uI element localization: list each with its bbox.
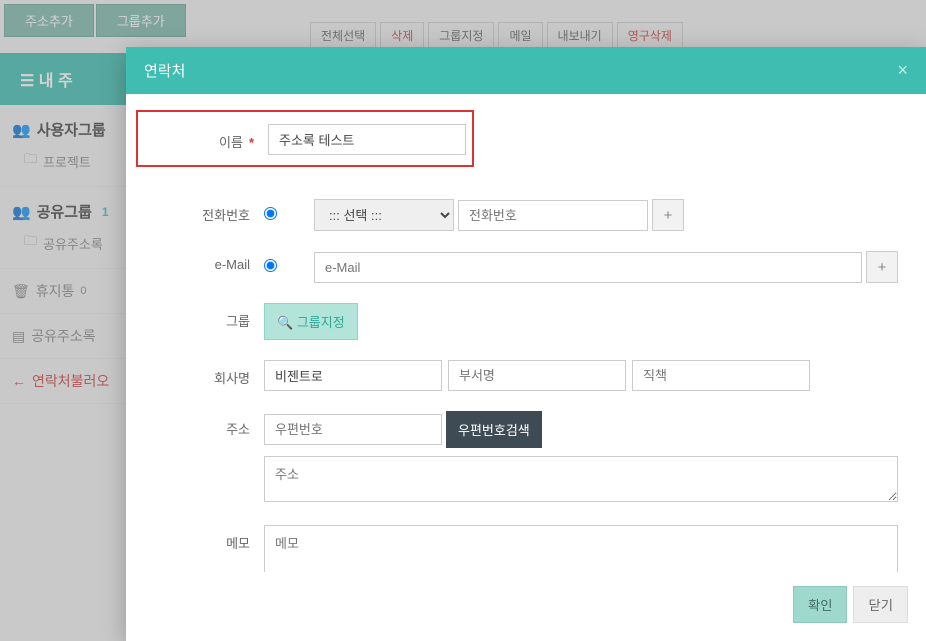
email-input[interactable]	[314, 252, 862, 283]
phone-label: 전화번호	[136, 199, 264, 224]
plus-icon: +	[878, 259, 887, 276]
postal-input[interactable]	[264, 414, 442, 445]
assign-group-modal-button[interactable]: 🔍 그룹지정	[264, 303, 358, 340]
confirm-button[interactable]: 확인	[793, 586, 848, 623]
memo-textarea[interactable]	[264, 525, 898, 572]
name-highlight: 이름	[136, 110, 474, 167]
address-textarea[interactable]	[264, 456, 898, 502]
email-primary-radio[interactable]	[264, 259, 277, 272]
close-icon[interactable]: ×	[897, 60, 908, 81]
plus-icon: +	[664, 207, 673, 224]
department-input[interactable]	[448, 360, 626, 391]
address-label: 주소	[136, 411, 264, 438]
postal-search-button[interactable]: 우편번호검색	[446, 411, 542, 448]
name-label: 이름	[144, 124, 268, 155]
modal-title: 연락처	[144, 60, 185, 81]
phone-primary-radio[interactable]	[264, 207, 277, 220]
close-button[interactable]: 닫기	[853, 586, 908, 623]
search-icon: 🔍	[277, 315, 293, 330]
group-assign-label: 그룹지정	[297, 315, 345, 330]
name-input[interactable]	[268, 124, 466, 155]
add-phone-button[interactable]: +	[652, 199, 684, 231]
modal-header: 연락처 ×	[126, 47, 926, 94]
phone-input[interactable]	[458, 200, 648, 231]
company-input[interactable]	[264, 360, 442, 391]
group-label: 그룹	[136, 303, 264, 330]
email-label: e-Mail	[136, 251, 264, 272]
company-label: 회사명	[136, 360, 264, 387]
phone-type-select[interactable]: ::: 선택 :::	[314, 199, 454, 231]
position-input[interactable]	[632, 360, 810, 391]
memo-label: 메모	[136, 525, 264, 552]
add-email-button[interactable]: +	[866, 251, 898, 283]
contact-modal: 연락처 × 이름 전화번호 ::: 선택 ::: +	[126, 47, 926, 641]
